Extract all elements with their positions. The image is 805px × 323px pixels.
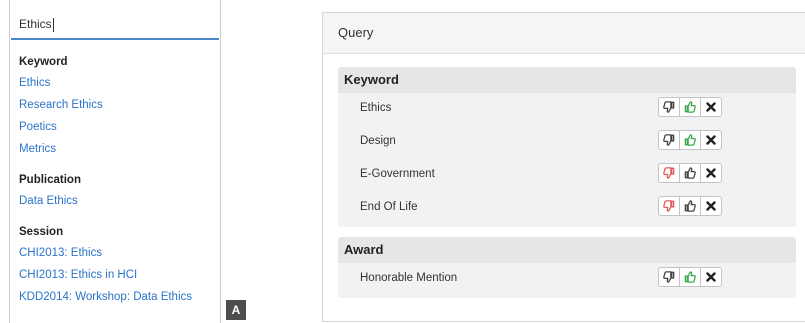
remove-icon <box>706 201 716 211</box>
remove-button[interactable] <box>700 267 722 287</box>
thumbs-up-icon <box>683 270 697 284</box>
autocomplete-list: Keyword Ethics Research Ethics Poetics Metri… <box>19 52 219 308</box>
query-section-title: Award <box>338 237 796 263</box>
autocomplete-item[interactable]: Metrics <box>19 138 219 160</box>
vote-button-group <box>658 97 722 117</box>
thumbs-down-button[interactable] <box>658 130 680 150</box>
query-section-title: Keyword <box>338 67 796 93</box>
thumbs-down-icon <box>662 133 676 147</box>
query-panel: Query Keyword Ethics Design E-Government End… <box>322 12 805 322</box>
query-row-honorable-mention: Honorable Mention <box>338 263 796 296</box>
thumbs-down-icon <box>662 166 676 180</box>
query-row-label: Design <box>360 135 396 147</box>
remove-button[interactable] <box>700 163 722 183</box>
figure-label: A <box>226 300 246 320</box>
thumbs-down-button[interactable] <box>658 163 680 183</box>
query-row-label: E-Government <box>360 168 435 180</box>
query-header: Query <box>323 13 805 54</box>
thumbs-up-icon <box>683 100 697 114</box>
autocomplete-group-session: Session <box>19 226 64 238</box>
remove-icon <box>706 168 716 178</box>
thumbs-up-button[interactable] <box>679 97 701 117</box>
thumbs-up-button[interactable] <box>679 267 701 287</box>
remove-button[interactable] <box>700 130 722 150</box>
thumbs-up-button[interactable] <box>679 163 701 183</box>
query-row-label: Honorable Mention <box>360 272 458 284</box>
autocomplete-item[interactable]: Poetics <box>19 116 219 138</box>
autocomplete-panel: Keyword EthicsResearch EthicsPoeticsMetri… <box>9 0 221 323</box>
vote-button-group <box>658 130 722 150</box>
query-row-label: End Of Life <box>360 201 418 213</box>
autocomplete-group-keyword: Keyword <box>19 56 68 68</box>
query-row-ethics: Ethics <box>338 93 796 126</box>
thumbs-up-icon <box>683 166 697 180</box>
autocomplete-item[interactable]: KDD2014: Workshop: Data Ethics <box>19 286 219 308</box>
remove-button[interactable] <box>700 196 722 216</box>
query-row-end-of-life: End Of Life <box>338 192 796 225</box>
query-row-label: Ethics <box>360 102 392 114</box>
autocomplete-item[interactable]: CHI2013: Ethics in HCI <box>19 264 219 286</box>
query-section-award: Award Honorable Mention <box>338 237 796 298</box>
thumbs-down-button[interactable] <box>658 267 680 287</box>
autocomplete-item[interactable]: Research Ethics <box>19 94 219 116</box>
remove-button[interactable] <box>700 97 722 117</box>
thumbs-down-icon <box>662 199 676 213</box>
thumbs-down-icon <box>662 270 676 284</box>
thumbs-up-button[interactable] <box>679 196 701 216</box>
autocomplete-item[interactable]: Data Ethics <box>19 190 219 212</box>
vote-button-group <box>658 163 722 183</box>
search-input[interactable] <box>11 10 219 40</box>
remove-icon <box>706 102 716 112</box>
vote-button-group <box>658 267 722 287</box>
remove-icon <box>706 135 716 145</box>
thumbs-up-button[interactable] <box>679 130 701 150</box>
query-row-e-government: E-Government <box>338 159 796 192</box>
remove-icon <box>706 272 716 282</box>
autocomplete-item[interactable]: CHI2013: Ethics <box>19 242 219 264</box>
thumbs-down-icon <box>662 100 676 114</box>
query-row-design: Design <box>338 126 796 159</box>
thumbs-down-button[interactable] <box>658 196 680 216</box>
thumbs-up-icon <box>683 199 697 213</box>
thumbs-up-icon <box>683 133 697 147</box>
query-section-keyword: Keyword Ethics Design E-Government End Of Li… <box>338 67 796 227</box>
thumbs-down-button[interactable] <box>658 97 680 117</box>
vote-button-group <box>658 196 722 216</box>
text-caret <box>52 18 54 32</box>
autocomplete-item[interactable]: Ethics <box>19 72 219 94</box>
autocomplete-group-publication: Publication <box>19 174 81 186</box>
